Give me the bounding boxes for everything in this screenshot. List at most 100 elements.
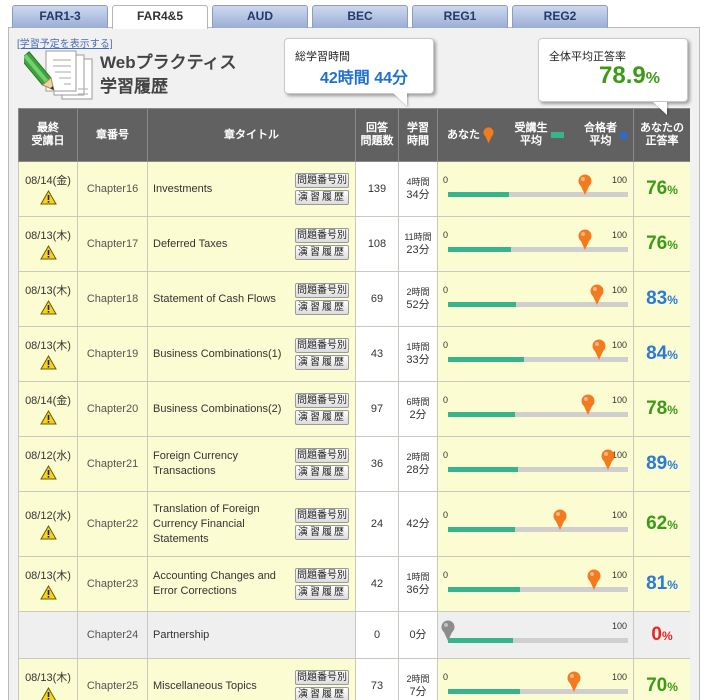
callout-tail xyxy=(653,102,667,115)
tab-far4-5[interactable]: FAR4&5 xyxy=(112,5,208,29)
chapter-title-cell: Investments 問題番号別 演習履歴 xyxy=(147,161,356,217)
scale-min-label: 0 xyxy=(443,450,449,460)
scale-min-label: 0 xyxy=(443,395,449,405)
last-date-cell: 08/13(木) xyxy=(18,326,78,382)
history-button[interactable]: 演習履歴 xyxy=(295,245,349,260)
legend-passer-average-label: 合格者 平均 xyxy=(584,122,617,147)
chapter-number: Chapter21 xyxy=(77,436,148,492)
graph-track xyxy=(448,247,628,252)
history-button[interactable]: 演習履歴 xyxy=(295,465,349,480)
my-rate-pin-icon xyxy=(601,449,615,470)
blue-dot-icon xyxy=(620,131,627,139)
overall-rate-value-group: 78.9% xyxy=(599,62,660,90)
chapter-title: Foreign Currency Transactions xyxy=(153,450,238,477)
by-question-button[interactable]: 問題番号別 xyxy=(295,338,349,353)
chapter-title: Partnership xyxy=(153,628,210,641)
page-title-line2: 学習履歴 xyxy=(100,77,168,96)
answered-count: 108 xyxy=(355,216,399,272)
rate-graph: 0 100 xyxy=(438,509,633,539)
by-question-button[interactable]: 問題番号別 xyxy=(295,228,349,243)
by-question-button[interactable]: 問題番号別 xyxy=(295,173,349,188)
tab-far1-3[interactable]: FAR1-3 xyxy=(12,5,108,28)
study-time-cell: 11時間 23分 xyxy=(398,216,438,272)
study-time-cell: 6時間 2分 xyxy=(398,381,438,437)
by-question-button[interactable]: 問題番号別 xyxy=(295,508,349,523)
my-rate-unit: % xyxy=(667,183,678,197)
by-question-button[interactable]: 問題番号別 xyxy=(295,670,349,685)
study-time-hours: 11時間 xyxy=(404,231,432,242)
answered-count: 139 xyxy=(355,161,399,217)
practice-papers-pencil-icon xyxy=(19,47,96,101)
chapter-row: 08/13(木) Chapter25 Miscellaneous Topics … xyxy=(18,658,690,700)
study-time-minutes: 34分 xyxy=(406,188,430,201)
chapter-number: Chapter25 xyxy=(77,658,148,700)
scale-max-label: 100 xyxy=(611,621,627,631)
my-rate-value: 78 xyxy=(646,398,668,419)
answered-count: 36 xyxy=(355,436,399,492)
my-rate-cell: 78% xyxy=(633,381,690,437)
last-date-cell: 08/14(金) xyxy=(18,381,78,437)
tab-bec[interactable]: BEC xyxy=(312,5,408,28)
chapter-title-wrap: Business Combinations(1) 問題番号別 演習履歴 xyxy=(153,336,349,372)
history-button[interactable]: 演習履歴 xyxy=(295,410,349,425)
practice-icon-graphic xyxy=(19,50,93,100)
row-buttons: 問題番号別 演習履歴 xyxy=(295,171,349,207)
tab-reg2[interactable]: REG2 xyxy=(512,5,608,28)
by-question-button[interactable]: 問題番号別 xyxy=(295,568,349,583)
study-time-hours: 6時間 xyxy=(406,396,430,407)
my-rate-pin-icon xyxy=(567,671,581,692)
chapter-title-wrap: Miscellaneous Topics 問題番号別 演習履歴 xyxy=(153,668,349,700)
total-study-time-label: 総学習時間 xyxy=(295,51,350,63)
chapter-title-wrap: Translation of Foreign Currency Financia… xyxy=(153,502,349,547)
student-average-bar xyxy=(448,247,511,252)
my-rate-unit: % xyxy=(667,348,678,362)
my-rate-cell: 62% xyxy=(633,491,690,557)
rate-graph: 0 100 xyxy=(438,620,633,650)
warning-icon xyxy=(39,189,57,205)
graph-track xyxy=(448,527,628,532)
warning-triangle xyxy=(39,524,57,539)
graph-legend: あなた 受講生 平均 合格者 平均 xyxy=(438,122,633,148)
study-time-hours: 1時間 xyxy=(406,571,430,582)
chapter-title-cell: Statement of Cash Flows 問題番号別 演習履歴 xyxy=(147,271,356,327)
chapter-title-cell: Accounting Changes and Error Corrections… xyxy=(147,556,356,612)
by-question-button[interactable]: 問題番号別 xyxy=(295,283,349,298)
chapter-row: 08/13(木) Chapter19 Business Combinations… xyxy=(18,326,690,382)
last-date: 08/12(水) xyxy=(25,449,71,462)
rate-graph: 0 100 xyxy=(438,174,633,204)
warning-triangle xyxy=(39,299,57,314)
scale-min-label: 0 xyxy=(443,570,449,580)
history-button[interactable]: 演習履歴 xyxy=(295,300,349,315)
rate-graph-cell: 0 100 xyxy=(437,491,634,557)
student-average-bar xyxy=(448,302,517,307)
chapter-title-wrap: Investments 問題番号別 演習履歴 xyxy=(153,171,349,207)
green-bar-icon xyxy=(550,132,564,138)
chapter-title: Translation of Foreign Currency Financia… xyxy=(153,502,260,545)
by-question-button[interactable]: 問題番号別 xyxy=(295,448,349,463)
overall-rate-unit: % xyxy=(645,70,660,87)
last-date: 08/14(金) xyxy=(25,174,71,187)
tab-aud[interactable]: AUD xyxy=(212,5,308,28)
chapter-number: Chapter16 xyxy=(77,161,148,217)
by-question-button[interactable]: 問題番号別 xyxy=(295,393,349,408)
my-rate-value: 84 xyxy=(646,343,668,364)
chapter-number: Chapter20 xyxy=(77,381,148,437)
study-time-minutes: 28分 xyxy=(406,463,430,476)
student-average-bar xyxy=(448,527,515,532)
chapter-row: 08/14(金) Chapter20 Business Combinations… xyxy=(18,381,690,437)
graph-track xyxy=(448,587,628,592)
warning-triangle xyxy=(39,189,57,204)
study-time-minutes: 36分 xyxy=(406,583,430,596)
history-button[interactable]: 演習履歴 xyxy=(295,585,349,600)
tab-reg1[interactable]: REG1 xyxy=(412,5,508,28)
study-time-minutes: 2分 xyxy=(409,408,427,421)
warning-triangle xyxy=(39,464,57,479)
col-last-date: 最終 受講日 xyxy=(18,108,78,162)
history-button[interactable]: 演習履歴 xyxy=(295,525,349,540)
graph-track xyxy=(448,689,628,694)
my-rate-value: 81 xyxy=(646,573,668,594)
history-button[interactable]: 演習履歴 xyxy=(295,687,349,700)
graph-track xyxy=(448,638,628,643)
history-button[interactable]: 演習履歴 xyxy=(295,355,349,370)
history-button[interactable]: 演習履歴 xyxy=(295,190,349,205)
